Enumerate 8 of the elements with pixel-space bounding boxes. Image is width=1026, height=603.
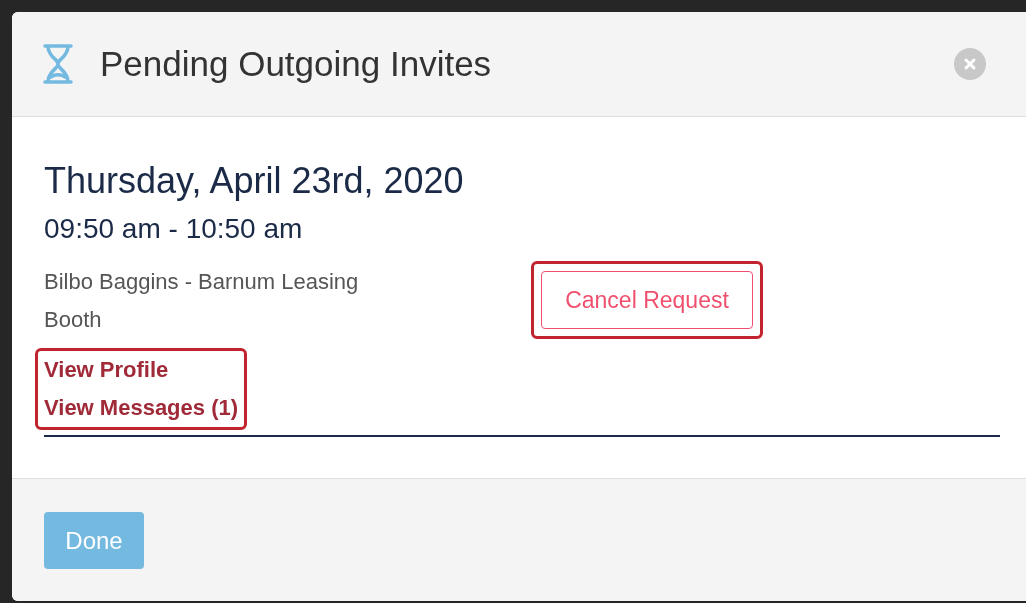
- link[interactable]: View Messages (1): [44, 389, 239, 427]
- hourglass-icon: [42, 43, 74, 85]
- dialog-title: Pending Outgoing Invites: [100, 42, 492, 85]
- link[interactable]: View Profile: [44, 351, 169, 389]
- attendee-name: Bilbo Baggins - Barnum Leasing Booth: [44, 268, 360, 334]
- invite-date: Thursday, April 23rd, 2020: [44, 159, 465, 203]
- close-icon[interactable]: [954, 48, 986, 80]
- invite-time: 09:50 am - 10:50 am: [44, 212, 304, 246]
